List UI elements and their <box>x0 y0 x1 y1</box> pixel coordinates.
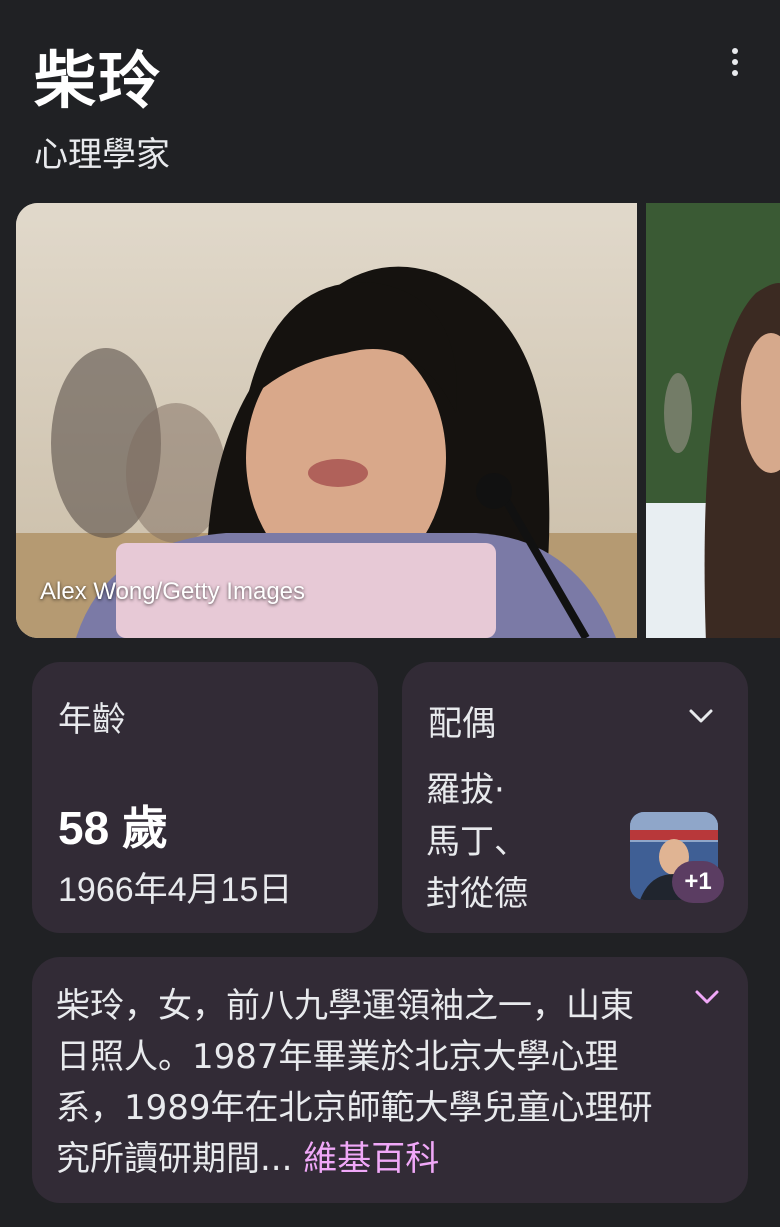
spouse-names[interactable]: 羅拔· 馬丁、 封從德 <box>426 764 528 920</box>
description-card[interactable]: 柴玲，女，前八九學運領袖之一，山東日照人。1987年畢業於北京大學心理系，198… <box>32 957 748 1203</box>
entity-subtitle: 心理學家 <box>34 135 170 175</box>
spouse-name-line: 羅拔· <box>426 770 505 810</box>
wikipedia-link[interactable]: 維基百科 <box>303 1139 439 1179</box>
second-photo[interactable] <box>646 203 780 638</box>
spouse-card[interactable]: 配偶 羅拔· 馬丁、 封從德 +1 <box>402 662 748 933</box>
more-spouses-badge[interactable]: +1 <box>672 861 724 903</box>
chevron-down-icon[interactable] <box>694 987 720 1007</box>
birth-date: 1966年4月15日 <box>58 871 293 909</box>
image-carousel[interactable]: Alex Wong/Getty Images <box>16 203 780 638</box>
entity-title: 柴玲 <box>34 44 163 117</box>
description-text: 柴玲，女，前八九學運領袖之一，山東日照人。1987年畢業於北京大學心理系，198… <box>56 981 666 1185</box>
age-label: 年齡 <box>58 700 126 740</box>
portrait-illustration <box>16 203 637 638</box>
age-card[interactable]: 年齡 58 歲 1966年4月15日 <box>32 662 378 933</box>
photo-credit: Alex Wong/Getty Images <box>40 578 306 605</box>
portrait-photo[interactable]: Alex Wong/Getty Images <box>16 203 637 638</box>
description-ellipsis: ... <box>260 1139 304 1179</box>
chevron-down-icon[interactable] <box>688 706 714 726</box>
second-photo-illustration <box>646 203 780 638</box>
more-vert-icon[interactable] <box>712 44 758 80</box>
spouse-label: 配偶 <box>428 704 496 744</box>
spouse-name-line: 封從德 <box>426 874 528 914</box>
age-value: 58 歲 <box>58 802 168 854</box>
spouse-name-line: 馬丁、 <box>426 822 528 862</box>
